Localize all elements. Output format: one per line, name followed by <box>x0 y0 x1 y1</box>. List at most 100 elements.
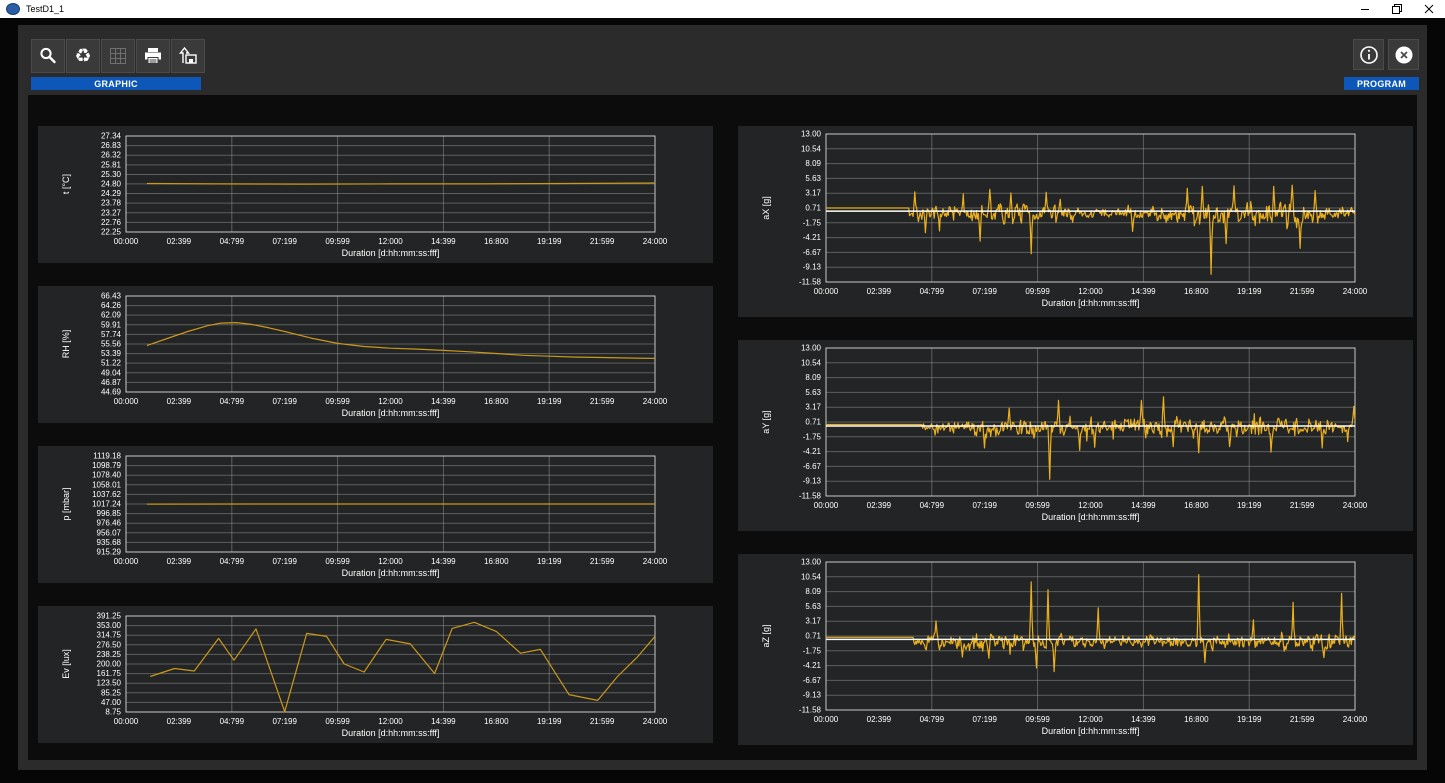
y-tick-label: 391.25 <box>97 612 122 621</box>
app-logo-icon <box>6 3 20 15</box>
x-axis-title: Duration [d:hh:mm:ss:fff] <box>1042 512 1140 522</box>
y-tick-label: 200.00 <box>97 660 122 669</box>
charts-column-left: 27.3426.8326.3225.8125.3024.8024.2923.78… <box>38 126 713 745</box>
chart-rh-plot[interactable]: 66.4364.2662.0959.9157.7455.5653.3951.22… <box>38 286 713 423</box>
chart-ev-plot[interactable]: 391.25353.00314.75276.50238.25200.00161.… <box>38 606 713 743</box>
refresh-button[interactable]: ♻ <box>66 39 100 73</box>
y-tick-label: -11.58 <box>799 278 822 287</box>
y-tick-label: 1017.24 <box>92 499 121 508</box>
y-axis-title: aY [g] <box>761 410 771 433</box>
export-button[interactable] <box>171 39 205 73</box>
x-tick-label: 16:800 <box>484 237 509 246</box>
x-tick-label: 24:000 <box>1343 501 1368 510</box>
x-tick-label: 00:000 <box>114 397 139 406</box>
print-button[interactable] <box>136 39 170 73</box>
chart-card-ev: 391.25353.00314.75276.50238.25200.00161.… <box>38 606 713 743</box>
x-tick-label: 14:399 <box>1131 287 1156 296</box>
maximize-button[interactable] <box>1381 0 1413 18</box>
y-tick-label: 1058.01 <box>92 480 121 489</box>
chart-ax-plot[interactable]: 13.0010.548.095.633.170.71-1.75-4.21-6.6… <box>738 126 1413 317</box>
grid-view-button[interactable] <box>101 39 135 73</box>
y-tick-label: 10.54 <box>801 358 822 367</box>
y-tick-label: 22.76 <box>101 218 122 227</box>
x-axis-title: Duration [d:hh:mm:ss:fff] <box>342 568 440 578</box>
x-tick-label: 09:599 <box>1025 715 1050 724</box>
y-tick-label: 26.83 <box>101 141 122 150</box>
y-tick-label: 53.39 <box>101 349 122 358</box>
x-tick-label: 09:599 <box>1025 501 1050 510</box>
y-tick-label: -4.21 <box>803 233 822 242</box>
x-tick-label: 04:799 <box>220 717 245 726</box>
x-tick-label: 04:799 <box>920 501 945 510</box>
x-tick-label: 19:199 <box>537 237 562 246</box>
info-button[interactable] <box>1353 39 1384 70</box>
x-tick-label: 24:000 <box>643 717 668 726</box>
graphic-mode-label: GRAPHIC <box>31 77 201 90</box>
x-tick-label: 21:599 <box>1290 715 1315 724</box>
chart-card-ax: 13.0010.548.095.633.170.71-1.75-4.21-6.6… <box>738 126 1413 317</box>
x-tick-label: 14:399 <box>1131 715 1156 724</box>
x-tick-label: 02:399 <box>167 237 192 246</box>
x-tick-label: 19:199 <box>1237 501 1262 510</box>
x-tick-label: 24:000 <box>643 397 668 406</box>
x-tick-label: 24:000 <box>1343 715 1368 724</box>
x-tick-label: 00:000 <box>114 237 139 246</box>
y-tick-label: -4.21 <box>803 447 822 456</box>
x-tick-label: 12:000 <box>378 557 403 566</box>
y-tick-label: 1098.79 <box>92 461 121 470</box>
y-tick-label: -6.67 <box>803 676 822 685</box>
y-tick-label: 85.25 <box>101 688 122 697</box>
x-tick-label: 19:199 <box>537 717 562 726</box>
toolbar-right <box>1353 39 1419 70</box>
main-panel: ♻ <box>18 25 1427 770</box>
y-tick-label: 3.17 <box>805 403 821 412</box>
y-tick-label: -11.58 <box>799 492 822 501</box>
y-tick-label: 996.85 <box>97 509 122 518</box>
x-tick-label: 12:000 <box>1078 501 1103 510</box>
x-tick-label: 07:199 <box>972 501 997 510</box>
y-tick-label: 353.00 <box>97 621 122 630</box>
chart-t-plot[interactable]: 27.3426.8326.3225.8125.3024.8024.2923.78… <box>38 126 713 263</box>
chart-p-plot[interactable]: 1119.181098.791078.401058.011037.621017.… <box>38 446 713 583</box>
y-tick-label: 22.25 <box>101 228 122 237</box>
y-tick-label: 1037.62 <box>92 490 121 499</box>
y-tick-label: 8.09 <box>805 159 821 168</box>
x-tick-label: 00:000 <box>814 287 839 296</box>
series-line-ev <box>150 622 655 711</box>
info-icon <box>1359 45 1379 65</box>
close-icon <box>1424 4 1434 14</box>
close-window-button[interactable] <box>1413 0 1445 18</box>
x-tick-label: 21:599 <box>1290 287 1315 296</box>
y-tick-label: 49.04 <box>101 368 122 377</box>
y-tick-label: 24.29 <box>101 189 122 198</box>
x-tick-label: 14:399 <box>431 557 456 566</box>
minimize-icon <box>1360 4 1370 14</box>
chart-az-plot[interactable]: 13.0010.548.095.633.170.71-1.75-4.21-6.6… <box>738 554 1413 745</box>
magnifier-icon <box>38 46 58 66</box>
close-circle-icon <box>1394 45 1414 65</box>
zoom-button[interactable] <box>31 39 65 73</box>
close-program-button[interactable] <box>1388 39 1419 70</box>
y-tick-label: 44.69 <box>101 388 122 397</box>
export-icon <box>177 46 199 66</box>
chart-ay-plot[interactable]: 13.0010.548.095.633.170.71-1.75-4.21-6.6… <box>738 340 1413 531</box>
y-tick-label: -6.67 <box>803 462 822 471</box>
x-tick-label: 14:399 <box>431 717 456 726</box>
chart-card-rh: 66.4364.2662.0959.9157.7455.5653.3951.22… <box>38 286 713 423</box>
y-tick-label: 8.75 <box>105 708 121 717</box>
y-tick-label: 10.54 <box>801 572 822 581</box>
y-tick-label: 13.00 <box>801 130 822 139</box>
series-line-ax <box>826 185 1355 274</box>
x-tick-label: 04:799 <box>220 557 245 566</box>
y-tick-label: 161.75 <box>97 669 122 678</box>
x-tick-label: 19:199 <box>1237 715 1262 724</box>
x-axis-title: Duration [d:hh:mm:ss:fff] <box>1042 298 1140 308</box>
y-tick-label: -4.21 <box>803 661 822 670</box>
y-tick-label: 66.43 <box>101 292 122 301</box>
y-tick-label: 13.00 <box>801 558 822 567</box>
minimize-button[interactable] <box>1349 0 1381 18</box>
x-tick-label: 09:599 <box>1025 287 1050 296</box>
x-tick-label: 21:599 <box>590 237 615 246</box>
x-tick-label: 16:800 <box>1184 501 1209 510</box>
x-tick-label: 16:800 <box>1184 715 1209 724</box>
